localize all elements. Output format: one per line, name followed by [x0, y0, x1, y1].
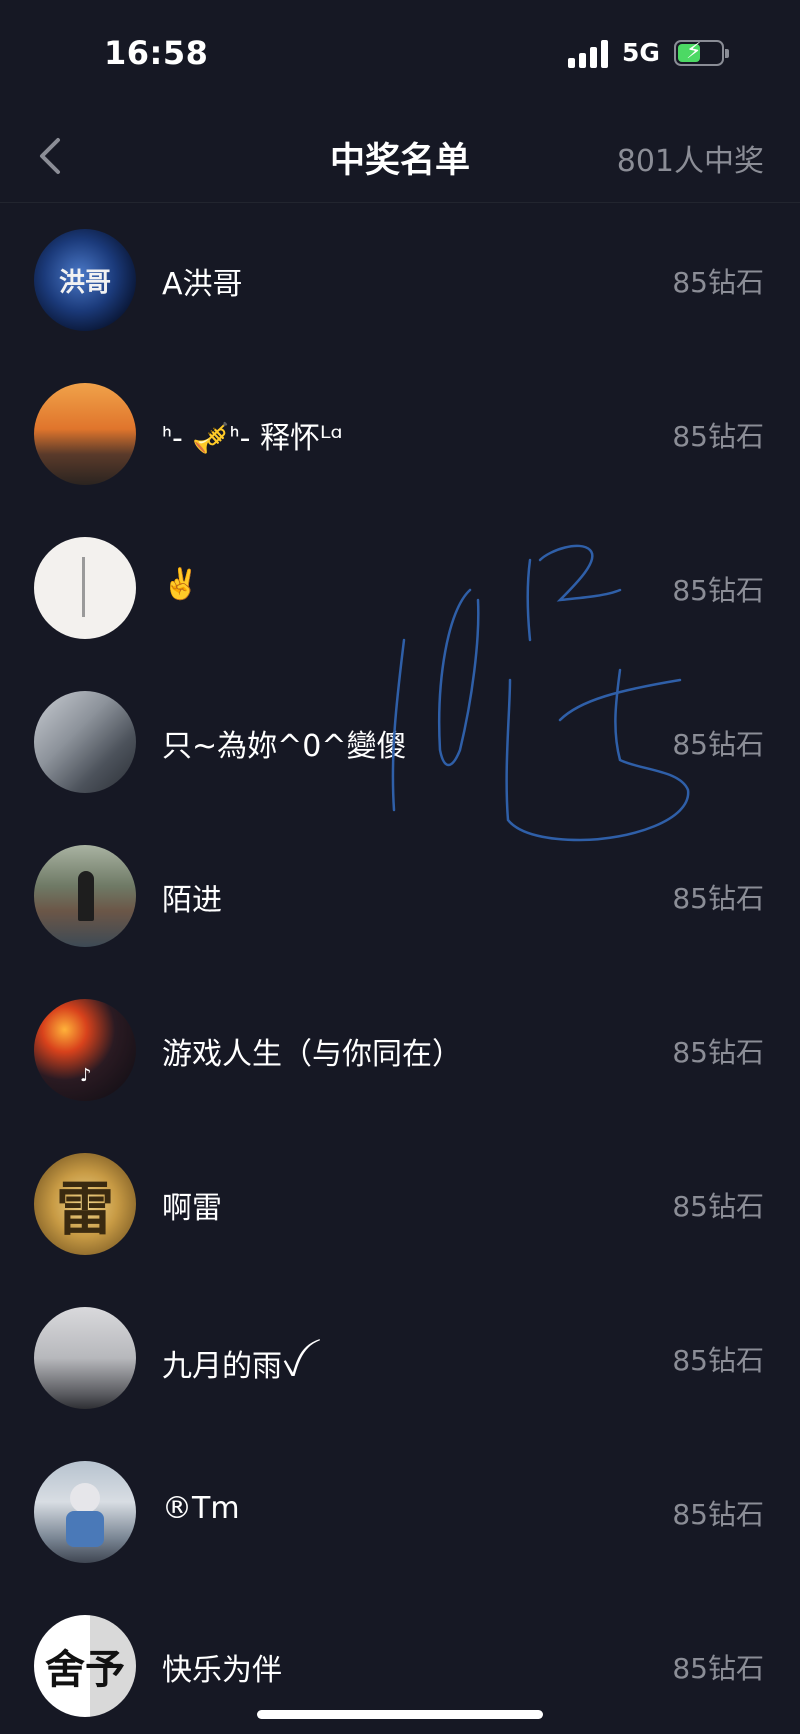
- winner-prize: 85钻石: [672, 1190, 764, 1223]
- avatar[interactable]: [34, 383, 136, 485]
- home-indicator[interactable]: [257, 1710, 543, 1719]
- status-bar: 16:58 5G ⚡: [0, 0, 800, 110]
- list-item[interactable]: ♪ 游戏人生（与你同在） 85钻石: [0, 973, 800, 1127]
- winner-prize: 85钻石: [672, 420, 764, 453]
- list-item[interactable]: 陌进 85钻石: [0, 819, 800, 973]
- winner-name: 啊雷: [162, 1191, 222, 1226]
- avatar[interactable]: 雷: [34, 1153, 136, 1255]
- avatar[interactable]: ♪: [34, 999, 136, 1101]
- avatar[interactable]: [34, 1307, 136, 1409]
- winner-name: A洪哥: [162, 267, 243, 302]
- avatar[interactable]: [34, 691, 136, 793]
- winner-list-screen: 16:58 5G ⚡ 中奖名单 801人中奖 洪哥 A洪哥 85钻石 ᑋ- 🎺ᑋ…: [0, 0, 800, 1734]
- winner-prize: 85钻石: [672, 266, 764, 299]
- winner-prize: 85钻石: [672, 1498, 764, 1531]
- avatar-text: 洪哥: [58, 267, 111, 298]
- winner-name: ᑋ- 🎺ᑋ- 释怀ᴸᵅ: [162, 421, 343, 456]
- avatar[interactable]: 舍予: [34, 1615, 136, 1717]
- navigation-bar: 中奖名单 801人中奖: [0, 110, 800, 203]
- avatar[interactable]: 洪哥: [34, 229, 136, 331]
- winner-name: ✌️: [162, 567, 200, 602]
- list-item[interactable]: ®Tm 85钻石: [0, 1435, 800, 1589]
- winner-name: ®Tm: [162, 1491, 240, 1526]
- network-type: 5G: [622, 38, 660, 67]
- winner-prize: 85钻石: [672, 728, 764, 761]
- list-item[interactable]: 洪哥 A洪哥 85钻石: [0, 203, 800, 357]
- winner-name: 陌进: [162, 883, 222, 918]
- winner-prize: 85钻石: [672, 1652, 764, 1685]
- winner-prize: 85钻石: [672, 574, 764, 607]
- list-item[interactable]: 只~為妳^0^變傻 85钻石: [0, 665, 800, 819]
- list-item[interactable]: ✌️ 85钻石: [0, 511, 800, 665]
- winner-name: 只~為妳^0^變傻: [162, 729, 407, 764]
- winner-prize: 85钻石: [672, 882, 764, 915]
- battery-charging-icon: ⚡: [674, 39, 729, 66]
- list-item[interactable]: ᑋ- 🎺ᑋ- 释怀ᴸᵅ 85钻石: [0, 357, 800, 511]
- winner-list: 洪哥 A洪哥 85钻石 ᑋ- 🎺ᑋ- 释怀ᴸᵅ 85钻石 ✌️ 85钻石 只~為…: [0, 203, 800, 1734]
- list-item[interactable]: 雷 啊雷 85钻石: [0, 1127, 800, 1281]
- avatar[interactable]: [34, 1461, 136, 1563]
- status-time: 16:58: [104, 34, 209, 72]
- winner-prize: 85钻石: [672, 1036, 764, 1069]
- avatar[interactable]: [34, 537, 136, 639]
- list-item[interactable]: 九月的雨ꪜ 85钻石: [0, 1281, 800, 1435]
- winner-name: 九月的雨ꪜ: [162, 1349, 303, 1384]
- winner-name: 快乐为伴: [162, 1653, 282, 1688]
- winner-count: 801人中奖: [616, 144, 764, 179]
- winner-name: 游戏人生（与你同在）: [162, 1037, 462, 1072]
- avatar[interactable]: [34, 845, 136, 947]
- avatar-text: 雷: [55, 1175, 114, 1243]
- winner-prize: 85钻石: [672, 1344, 764, 1377]
- signal-bars-icon: [568, 38, 610, 68]
- avatar-text: 舍予: [45, 1647, 125, 1693]
